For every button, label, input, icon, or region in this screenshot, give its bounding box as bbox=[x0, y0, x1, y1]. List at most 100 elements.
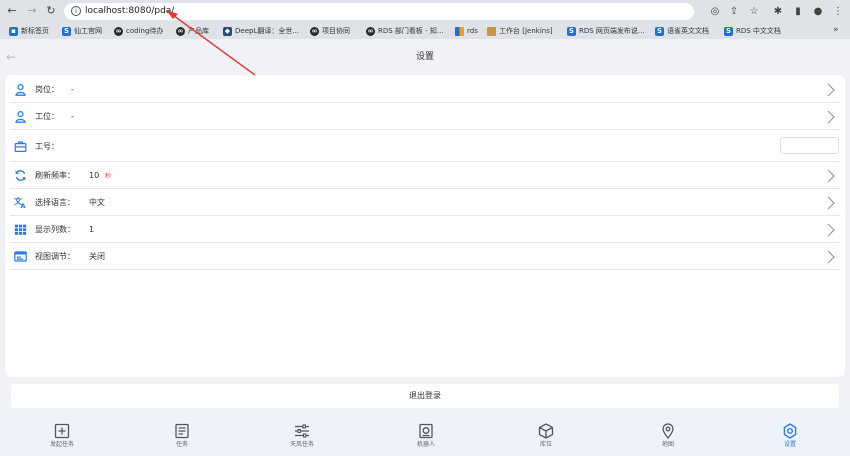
tab-initiate-task[interactable]: 发起任务 bbox=[14, 414, 110, 456]
bookmark-favicon-icon: ∞ bbox=[366, 26, 375, 36]
employee-id-input[interactable] bbox=[780, 137, 839, 154]
bookmark-label: 项目协同 bbox=[322, 27, 350, 35]
tab-robot[interactable]: 机器人 bbox=[378, 414, 474, 456]
reload-icon[interactable]: ↻ bbox=[44, 3, 58, 19]
chevron-right-icon bbox=[827, 223, 835, 237]
bookmark-favicon-icon: ◆ bbox=[223, 26, 232, 36]
bookmark-item[interactable]: ∞ coding待办 bbox=[114, 25, 163, 37]
setting-label: 工号： bbox=[35, 142, 59, 151]
logout-button[interactable]: 退出登录 bbox=[11, 384, 839, 408]
bookmark-label: 工作台 [Jenkins] bbox=[499, 27, 553, 35]
side-panel-icon[interactable]: ▮ bbox=[792, 5, 804, 18]
bookmark-label: rds bbox=[467, 27, 478, 35]
bookmarks-bar: » ▪ 新标签页 S 仙工官网 ∞ coding待办 ∞ 产品库 ◆ DeepL翻译：全世... ∞… bbox=[0, 22, 850, 39]
tab-map[interactable]: 地图 bbox=[620, 414, 716, 456]
bookmark-item[interactable]: ◆ DeepL翻译：全世... bbox=[223, 25, 299, 37]
plus-square-icon bbox=[54, 423, 70, 439]
setting-label: 刷新频率： bbox=[35, 171, 75, 180]
user-icon bbox=[15, 110, 26, 123]
bookmark-item[interactable]: 工作台 [Jenkins] bbox=[487, 25, 553, 37]
bookmark-label: RDS 中文文档 bbox=[736, 27, 781, 35]
url-text: localhost:8080/pda/ bbox=[85, 6, 175, 16]
setting-label: 工位： bbox=[35, 112, 59, 121]
bookmark-favicon-icon: S bbox=[724, 26, 733, 36]
address-bar-row: ← → ↻ i localhost:8080/pda/ ◎ ⇪ ☆ ✱ ▮ ● … bbox=[0, 2, 850, 21]
bookmark-favicon-icon: ▪ bbox=[9, 26, 18, 36]
map-pin-icon bbox=[662, 423, 674, 439]
setting-value: 中文 bbox=[89, 198, 105, 207]
page-title: 设置 bbox=[415, 52, 434, 62]
gear-icon bbox=[783, 423, 797, 439]
bookmark-item[interactable]: ∞ 产品库 bbox=[176, 25, 209, 37]
chevron-right-icon bbox=[827, 169, 835, 183]
bookmark-favicon-icon bbox=[487, 26, 496, 36]
url-input[interactable]: i localhost:8080/pda/ bbox=[64, 3, 694, 20]
bookmark-item[interactable]: S 语雀英文文档 bbox=[655, 25, 709, 37]
bookmark-item[interactable]: rds bbox=[455, 25, 478, 37]
bookmark-item[interactable]: S RDS 中文文档 bbox=[724, 25, 781, 37]
tab-label: 天风任务 bbox=[289, 441, 314, 448]
site-info-icon[interactable]: i bbox=[71, 6, 81, 16]
bookmark-favicon-icon: ∞ bbox=[310, 26, 319, 36]
forward-icon[interactable]: → bbox=[25, 3, 39, 19]
cube-icon bbox=[538, 423, 554, 439]
setting-row-language[interactable]: 文A 选择语言： 中文 bbox=[10, 190, 840, 216]
setting-label: 选择语言： bbox=[35, 198, 75, 207]
setting-value: 1 bbox=[89, 225, 95, 234]
tab-location[interactable]: 库位 bbox=[498, 414, 594, 456]
profile-avatar-icon[interactable]: ● bbox=[812, 5, 824, 18]
bookmark-label: 新标签页 bbox=[21, 27, 49, 35]
bookmark-item[interactable]: S 仙工官网 bbox=[62, 25, 102, 37]
tab-label: 任务 bbox=[175, 441, 188, 448]
chevron-right-icon bbox=[827, 196, 835, 210]
svg-text:A: A bbox=[21, 202, 26, 209]
setting-row-columns[interactable]: 显示列数： 1 bbox=[10, 217, 840, 243]
setting-value: 10 bbox=[89, 171, 100, 180]
briefcase-icon bbox=[14, 141, 27, 152]
setting-label: 显示列数： bbox=[35, 225, 75, 234]
back-icon[interactable]: ← bbox=[5, 3, 19, 19]
setting-value: - bbox=[71, 85, 74, 94]
setting-row-station[interactable]: 工位： - bbox=[10, 104, 840, 130]
tab-tasks[interactable]: 任务 bbox=[134, 414, 230, 456]
bookmark-favicon-icon: ∞ bbox=[176, 26, 185, 36]
bookmark-favicon-icon: S bbox=[62, 26, 71, 36]
bookmarks-more-icon[interactable]: » bbox=[833, 25, 839, 35]
bookmark-item[interactable]: ∞ 项目协同 bbox=[310, 25, 350, 37]
bookmark-item[interactable]: S RDS 网页端发布说... bbox=[567, 25, 645, 37]
setting-row-post[interactable]: 岗位： - bbox=[10, 77, 840, 103]
setting-row-refresh[interactable]: 刷新频率： 10 秒 bbox=[10, 163, 840, 189]
setting-row-view-adjust[interactable]: 视图调节： 关闭 bbox=[10, 244, 840, 270]
bookmark-favicon-icon bbox=[455, 26, 464, 36]
sliders-icon bbox=[295, 424, 309, 438]
chevron-right-icon bbox=[827, 110, 835, 124]
chevron-right-icon bbox=[827, 250, 835, 264]
bookmark-label: coding待办 bbox=[126, 27, 164, 35]
setting-row-employee-id: 工号： bbox=[10, 132, 840, 162]
setting-value: - bbox=[71, 112, 74, 121]
bookmark-item[interactable]: ∞ RDS 部门看板 - 知... bbox=[366, 25, 444, 37]
tab-label: 设置 bbox=[783, 441, 796, 448]
tab-label: 库位 bbox=[539, 441, 552, 448]
bookmark-star-icon[interactable]: ☆ bbox=[748, 5, 760, 18]
tab-label: 发起任务 bbox=[49, 441, 74, 448]
app-header: ← 设置 bbox=[0, 45, 850, 71]
bookmark-favicon-icon: S bbox=[567, 26, 576, 36]
share-icon[interactable]: ⇪ bbox=[728, 5, 740, 18]
tab-label: 地图 bbox=[661, 441, 674, 448]
tab-settings[interactable]: 设置 bbox=[742, 414, 838, 456]
grid-icon bbox=[14, 224, 27, 235]
robot-icon bbox=[419, 423, 433, 439]
google-lens-icon[interactable]: ◎ bbox=[709, 5, 721, 18]
extensions-icon[interactable]: ✱ bbox=[772, 5, 784, 18]
bookmark-item[interactable]: ▪ 新标签页 bbox=[9, 25, 49, 37]
bookmark-favicon-icon: ∞ bbox=[114, 26, 123, 36]
tab-tianfeng-tasks[interactable]: 天风任务 bbox=[254, 414, 350, 456]
view-window-icon bbox=[14, 251, 27, 262]
bookmark-label: 语雀英文文档 bbox=[667, 27, 709, 35]
menu-kebab-icon[interactable]: ⋮ bbox=[832, 5, 844, 18]
setting-label: 岗位： bbox=[35, 85, 59, 94]
settings-card: 岗位： - 工位： - 工号： 刷新频率： 10 秒 文A 选择语言： 中文 显… bbox=[5, 75, 845, 377]
bookmark-favicon-icon: S bbox=[655, 26, 664, 36]
bottom-tab-bar: 发起任务 任务 天风任务 机器人 库位 地图 设置 bbox=[0, 414, 850, 456]
